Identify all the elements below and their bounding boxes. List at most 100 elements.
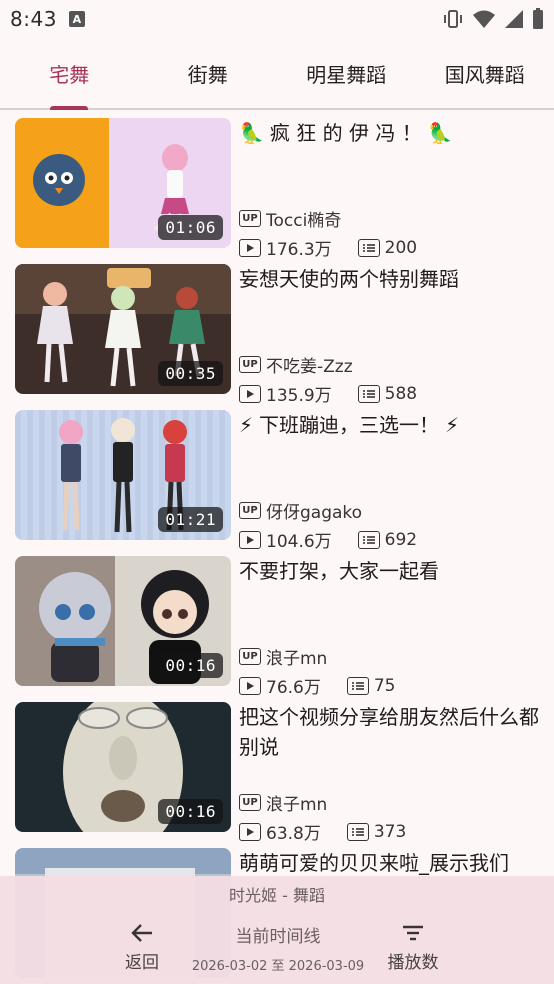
video-title-row: ⚡ 下班蹦迪，三选一！ ⚡: [239, 410, 539, 440]
sort-button[interactable]: 播放数: [380, 920, 446, 976]
comment-count: 200: [384, 237, 418, 258]
tab-label: 国风舞蹈: [444, 62, 525, 87]
stats-row: 76.6万 75: [239, 673, 396, 698]
comment-count-icon: [357, 238, 380, 257]
view-count: 135.9万: [266, 386, 332, 406]
video-item[interactable]: 00:35 妄想天使的两个特别舞蹈 UP 不吃姜-Zzz 135.9万 588: [0, 258, 554, 406]
wifi-icon: [473, 10, 495, 28]
view-count: 176.3万: [266, 240, 332, 260]
lightning-icon: ⚡: [239, 413, 254, 437]
comment-count-icon: [357, 530, 380, 549]
video-info: ⚡ 下班蹦迪，三选一！ ⚡ UP 伢伢gagako 104.6万 692: [239, 410, 539, 552]
bottom-action-bar: 时光姬 - 舞蹈 返回 当前时间线 2026-03-02 至 2026-03-0…: [0, 876, 554, 984]
uploader-row[interactable]: UP 伢伢gagako: [239, 498, 362, 523]
parrot-icon: 🦜: [239, 121, 264, 145]
view-count: 104.6万: [266, 532, 332, 552]
video-title: 萌萌可爱的贝贝来啦_展示我们: [239, 851, 509, 875]
video-duration: 01:21: [158, 507, 223, 532]
filter-sort-icon: [403, 925, 423, 941]
parrot-icon: 🦜: [427, 121, 453, 145]
up-badge-icon: UP: [239, 794, 261, 811]
timeline-label: 当前时间线: [235, 927, 321, 947]
comment-count-icon: [346, 822, 369, 841]
tab-label: 街舞: [187, 62, 228, 87]
up-badge-icon: UP: [239, 502, 261, 519]
video-title-row: 把这个视频分享给朋友然后什么都别说: [239, 702, 539, 762]
tab-zhaiwu[interactable]: 宅舞: [0, 38, 139, 110]
video-info: 把这个视频分享给朋友然后什么都别说 UP 浪子mn 63.8万 373: [239, 702, 539, 844]
uploader-row[interactable]: UP Tocci椭奇: [239, 206, 341, 231]
timeline-range: 2026-03-02 至 2026-03-09: [191, 959, 365, 974]
lightning-icon: ⚡: [445, 413, 460, 437]
tab-jiewu[interactable]: 街舞: [139, 38, 278, 108]
uploader-row[interactable]: UP 浪子mn: [239, 644, 327, 669]
comment-count: 588: [384, 383, 418, 404]
view-count: 76.6万: [266, 678, 321, 698]
up-badge-icon: UP: [239, 648, 261, 665]
uploader-name: 不吃姜-Zzz: [266, 357, 353, 377]
play-count-icon: [239, 238, 261, 257]
comment-count: 373: [373, 821, 407, 842]
uploader-name: 浪子mn: [266, 649, 328, 669]
video-item[interactable]: 00:16 把这个视频分享给朋友然后什么都别说 UP 浪子mn 63.8万 37…: [0, 696, 554, 844]
stats-row: 176.3万 200: [239, 235, 417, 260]
video-item[interactable]: 01:21 ⚡ 下班蹦迪，三选一！ ⚡ UP 伢伢gagako 104.6万 6…: [0, 404, 554, 552]
play-count-icon: [239, 676, 261, 695]
video-thumbnail[interactable]: 01:06: [15, 118, 231, 248]
arrow-left-icon: [131, 924, 152, 942]
status-time: 8:43: [10, 7, 57, 31]
back-button[interactable]: 返回: [118, 920, 166, 976]
stats-row: 104.6万 692: [239, 527, 417, 552]
uploader-name: 伢伢gagako: [266, 503, 363, 523]
sort-label: 播放数: [387, 953, 439, 973]
timeline-selector[interactable]: 当前时间线 2026-03-02 至 2026-03-09: [180, 922, 376, 974]
vibrate-icon: [444, 10, 462, 28]
text-a-icon: A: [68, 11, 85, 27]
up-badge-icon: UP: [239, 210, 261, 227]
video-title: 疯 狂 的 伊 冯 ！: [269, 121, 422, 145]
video-thumbnail[interactable]: 01:21: [15, 410, 231, 540]
battery-icon: [533, 8, 543, 29]
video-duration: 00:16: [158, 799, 223, 824]
signal-icon: [505, 10, 523, 28]
comment-count-icon: [357, 384, 380, 403]
comment-count: 692: [384, 529, 418, 550]
video-thumbnail[interactable]: 00:16: [15, 556, 231, 686]
video-info: 不要打架，大家一起看 UP 浪子mn 76.6万 75: [239, 556, 539, 698]
video-title-row: 萌萌可爱的贝贝来啦_展示我们: [239, 848, 539, 878]
category-tabs: 宅舞 街舞 明星舞蹈 国风舞蹈: [0, 38, 554, 110]
video-duration: 00:35: [158, 361, 223, 386]
up-badge-icon: UP: [239, 356, 261, 373]
video-title-row: 妄想天使的两个特别舞蹈: [239, 264, 539, 294]
tab-label: 明星舞蹈: [306, 62, 387, 87]
uploader-row[interactable]: UP 不吃姜-Zzz: [239, 352, 353, 377]
video-thumbnail[interactable]: 00:35: [15, 264, 231, 394]
video-title: 把这个视频分享给朋友然后什么都别说: [239, 705, 539, 759]
video-title: 妄想天使的两个特别舞蹈: [239, 267, 459, 291]
tab-mingxing-wudao[interactable]: 明星舞蹈: [277, 38, 416, 108]
view-count: 63.8万: [266, 824, 321, 844]
bottom-bar-title: 时光姬 - 舞蹈: [229, 886, 325, 905]
video-info: 妄想天使的两个特别舞蹈 UP 不吃姜-Zzz 135.9万 588: [239, 264, 539, 406]
stats-row: 63.8万 373: [239, 819, 406, 844]
tab-label: 宅舞: [49, 62, 90, 87]
uploader-name: 浪子mn: [266, 795, 328, 815]
video-title-row: 不要打架，大家一起看: [239, 556, 539, 586]
uploader-row[interactable]: UP 浪子mn: [239, 790, 327, 815]
comment-count-icon: [346, 676, 369, 695]
video-item[interactable]: 00:16 不要打架，大家一起看 UP 浪子mn 76.6万 75: [0, 550, 554, 698]
video-duration: 01:06: [158, 215, 223, 240]
tab-guofeng-wudao[interactable]: 国风舞蹈: [416, 38, 554, 108]
uploader-name: Tocci椭奇: [266, 211, 342, 231]
status-bar: 8:43 A: [0, 0, 554, 38]
video-info: 🦜 疯 狂 的 伊 冯 ！ 🦜 UP Tocci椭奇 176.3万 200: [239, 118, 539, 260]
video-title: 不要打架，大家一起看: [239, 559, 439, 583]
video-item[interactable]: 01:06 🦜 疯 狂 的 伊 冯 ！ 🦜 UP Tocci椭奇 176.3万 …: [0, 112, 554, 260]
comment-count: 75: [373, 675, 396, 696]
video-title-row: 🦜 疯 狂 的 伊 冯 ！ 🦜: [239, 118, 539, 148]
video-duration: 00:16: [158, 653, 223, 678]
play-count-icon: [239, 530, 261, 549]
video-thumbnail[interactable]: 00:16: [15, 702, 231, 832]
status-icons: [442, 8, 544, 30]
play-count-icon: [239, 822, 261, 841]
